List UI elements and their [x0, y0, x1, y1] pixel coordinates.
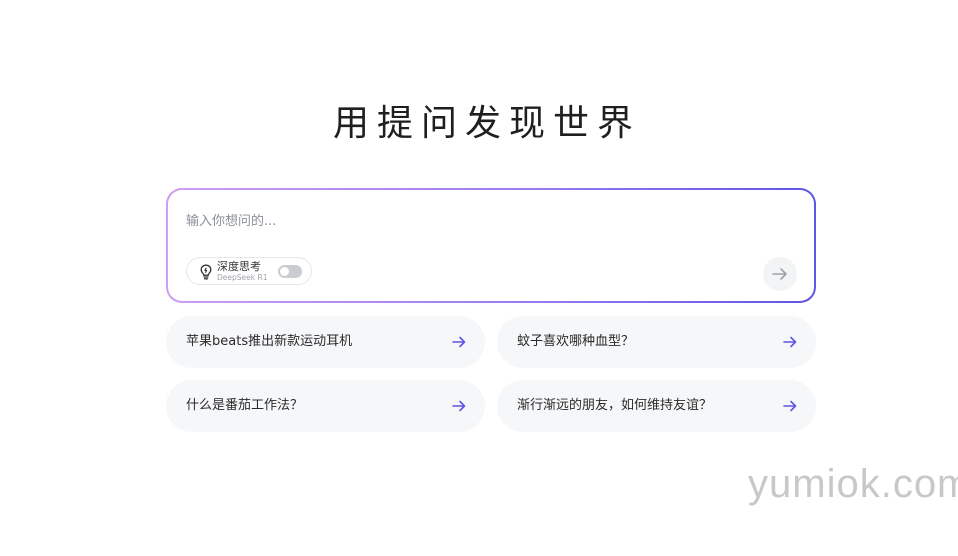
arrow-right-icon: [452, 400, 466, 412]
deep-think-model: DeepSeek R1: [217, 273, 268, 282]
suggestion-text: 什么是番茄工作法？: [186, 398, 304, 413]
suggestion-text: 蚊子喜欢哪种血型？: [517, 334, 635, 349]
arrow-right-icon: [772, 268, 787, 280]
switch-knob: [280, 267, 289, 276]
question-input[interactable]: 输入你想问的...: [186, 210, 276, 229]
watermark: yumiok.com: [748, 462, 958, 506]
page: 用提问发现世界 输入你想问的... 深度思考 DeepSeek R1 苹果bea…: [0, 0, 958, 556]
lightbulb-icon: [200, 264, 212, 280]
suggestion-card[interactable]: 苹果beats推出新款运动耳机: [166, 316, 485, 368]
deep-think-switch[interactable]: [278, 265, 302, 278]
suggestion-text: 苹果beats推出新款运动耳机: [186, 334, 353, 349]
question-input-box[interactable]: 输入你想问的... 深度思考 DeepSeek R1: [166, 188, 816, 303]
suggestion-card[interactable]: 什么是番茄工作法？: [166, 380, 485, 432]
deep-think-toggle[interactable]: 深度思考 DeepSeek R1: [186, 257, 312, 285]
deep-think-label: 深度思考: [217, 260, 261, 273]
arrow-right-icon: [783, 336, 797, 348]
arrow-right-icon: [452, 336, 466, 348]
page-title: 用提问发现世界: [332, 103, 641, 144]
suggestion-card[interactable]: 蚊子喜欢哪种血型？: [497, 316, 816, 368]
send-button[interactable]: [763, 257, 797, 291]
suggestion-text: 渐行渐远的朋友，如何维持友谊？: [517, 398, 713, 413]
suggestion-card[interactable]: 渐行渐远的朋友，如何维持友谊？: [497, 380, 816, 432]
arrow-right-icon: [783, 400, 797, 412]
